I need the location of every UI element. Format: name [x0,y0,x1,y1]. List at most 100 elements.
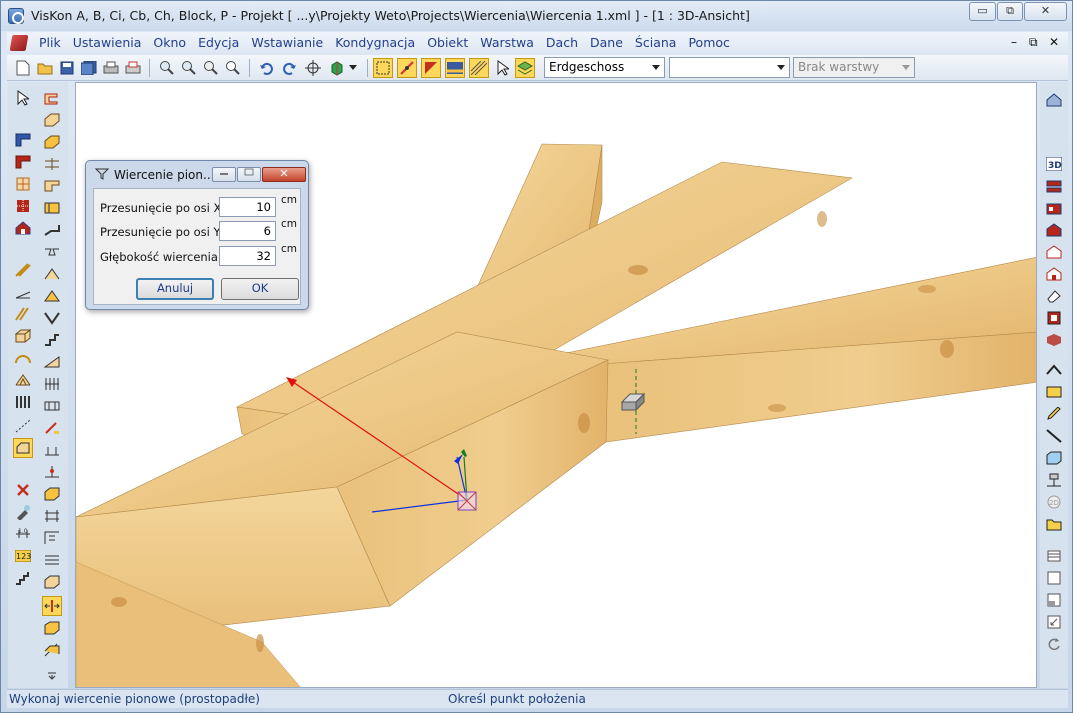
tree-icon[interactable] [1044,470,1064,490]
dashed-line-icon[interactable] [13,416,33,436]
lap-joint-icon[interactable] [42,88,62,108]
menu-sciana[interactable]: Ściana [629,35,683,50]
wall-corner-icon[interactable] [13,152,33,172]
menu-okno[interactable]: Okno [147,35,192,50]
menu-obiekt[interactable]: Obiekt [421,35,474,50]
house-icon[interactable] [13,218,33,238]
notch-icon[interactable] [42,176,62,196]
bevel-cut-icon[interactable] [42,352,62,372]
studs-icon[interactable] [13,392,33,412]
modify-icon[interactable] [13,502,33,522]
drill-copy-icon[interactable] [42,618,62,638]
open-folder-icon[interactable] [35,58,55,78]
layer-manager-icon[interactable] [515,58,535,78]
close-button[interactable]: ✕ [1024,2,1067,21]
tenon-icon[interactable] [42,110,62,130]
multi-cut-icon[interactable] [42,374,62,394]
vertical-drill-icon[interactable] [42,596,62,616]
layout-icon[interactable] [1044,590,1064,610]
beam-icon[interactable] [13,326,33,346]
list-icon[interactable] [1044,546,1064,566]
mdi-restore-button[interactable]: ⧉ [1029,35,1038,50]
pointer-icon[interactable] [13,88,33,108]
housing-icon[interactable] [42,396,62,416]
ok-button[interactable]: OK [221,278,299,300]
dimension-icon[interactable] [13,282,33,302]
save-all-icon[interactable] [79,58,99,78]
valley-cut-icon[interactable] [42,308,62,328]
mortise-icon[interactable] [42,132,62,152]
drill-block-icon[interactable] [42,484,62,504]
pipe-icon[interactable] [1044,426,1064,446]
zoom-window-icon[interactable] [201,58,221,78]
dovetail-icon[interactable] [42,242,62,262]
menu-edycja[interactable]: Edycja [192,35,245,50]
snap-point-icon[interactable] [397,58,417,78]
window-tool-icon[interactable] [13,174,33,194]
render-dropdown-icon[interactable] [347,58,359,78]
hip-cut-icon[interactable] [42,286,62,306]
zoom-out-icon[interactable] [179,58,199,78]
drill-move-icon[interactable] [42,640,62,660]
storey-select[interactable]: Erdgeschoss [544,57,665,78]
maximize-button[interactable]: ⧉ [997,2,1023,21]
dialog-minimize-button[interactable] [212,167,236,182]
zoom-in-icon[interactable] [157,58,177,78]
cancel-button[interactable]: Anuluj [136,278,214,300]
menu-warstwa[interactable]: Warstwa [474,35,540,50]
hatch-area-icon[interactable] [13,196,33,216]
depth-input[interactable] [219,246,276,266]
minimize-button[interactable]: ▭ [969,2,996,21]
document-icon[interactable] [9,35,29,51]
view-section-icon[interactable] [1044,176,1064,196]
eraser-icon[interactable] [1044,286,1064,306]
new-file-icon[interactable] [13,58,33,78]
view-3d-icon[interactable]: 3D [1044,154,1064,174]
component-tool-icon[interactable] [13,438,33,458]
line-tool-icon[interactable] [13,260,33,280]
zoom-all-icon[interactable] [223,58,243,78]
drill-pattern-icon[interactable] [42,528,62,548]
drill-series-icon[interactable] [42,550,62,570]
step-cut-icon[interactable] [42,330,62,350]
snap-angle-icon[interactable] [421,58,441,78]
menu-wstawianie[interactable]: Wstawianie [245,35,329,50]
view-elevation-icon[interactable] [1044,198,1064,218]
drill-hole-icon[interactable] [42,506,62,526]
mdi-minimize-button[interactable]: – [1011,35,1017,49]
walls-3d-icon[interactable] [1044,330,1064,350]
drill-box-icon[interactable] [42,572,62,592]
title-bar[interactable]: VisKon A, B, Ci, Cb, Ch, Block, P - Proj… [1,1,1072,31]
open-file-icon[interactable] [1044,514,1064,534]
drill-group-icon[interactable] [42,440,62,460]
layer-display-icon[interactable] [445,58,465,78]
refresh-icon[interactable] [1044,634,1064,654]
dialog-close-button[interactable]: ✕ [262,167,306,182]
snap-grid-icon[interactable] [373,58,393,78]
numbering-icon[interactable]: 123 [13,546,33,566]
drill-angled-icon[interactable] [42,418,62,438]
offset-x-input[interactable] [219,197,276,217]
dialog-maximize-button[interactable] [237,167,261,182]
menu-plik[interactable]: Plik [33,35,67,50]
palette-expand-icon[interactable] [42,670,62,682]
truss-icon[interactable] [13,370,33,390]
slot-icon[interactable] [42,198,62,218]
undo-icon[interactable] [257,58,277,78]
select-arrow-icon[interactable] [493,58,513,78]
render-mode-icon[interactable] [327,58,347,78]
delete-icon[interactable] [13,480,33,500]
roof-icon[interactable] [1044,360,1064,380]
rafter-tool-icon[interactable] [13,304,33,324]
menu-ustawienia[interactable]: Ustawienia [67,35,148,50]
stairs-icon[interactable] [13,568,33,588]
blank-sheet-icon[interactable] [1044,568,1064,588]
redo-icon[interactable] [279,58,299,78]
drill-edge-icon[interactable] [42,462,62,482]
layer-select[interactable]: Brak warstwy [793,57,915,78]
wall-tool-icon[interactable] [13,130,33,150]
mdi-close-button[interactable]: ✕ [1049,35,1059,49]
menu-pomoc[interactable]: Pomoc [682,35,735,50]
menu-dane[interactable]: Dane [584,35,629,50]
panel-icon[interactable] [1044,382,1064,402]
